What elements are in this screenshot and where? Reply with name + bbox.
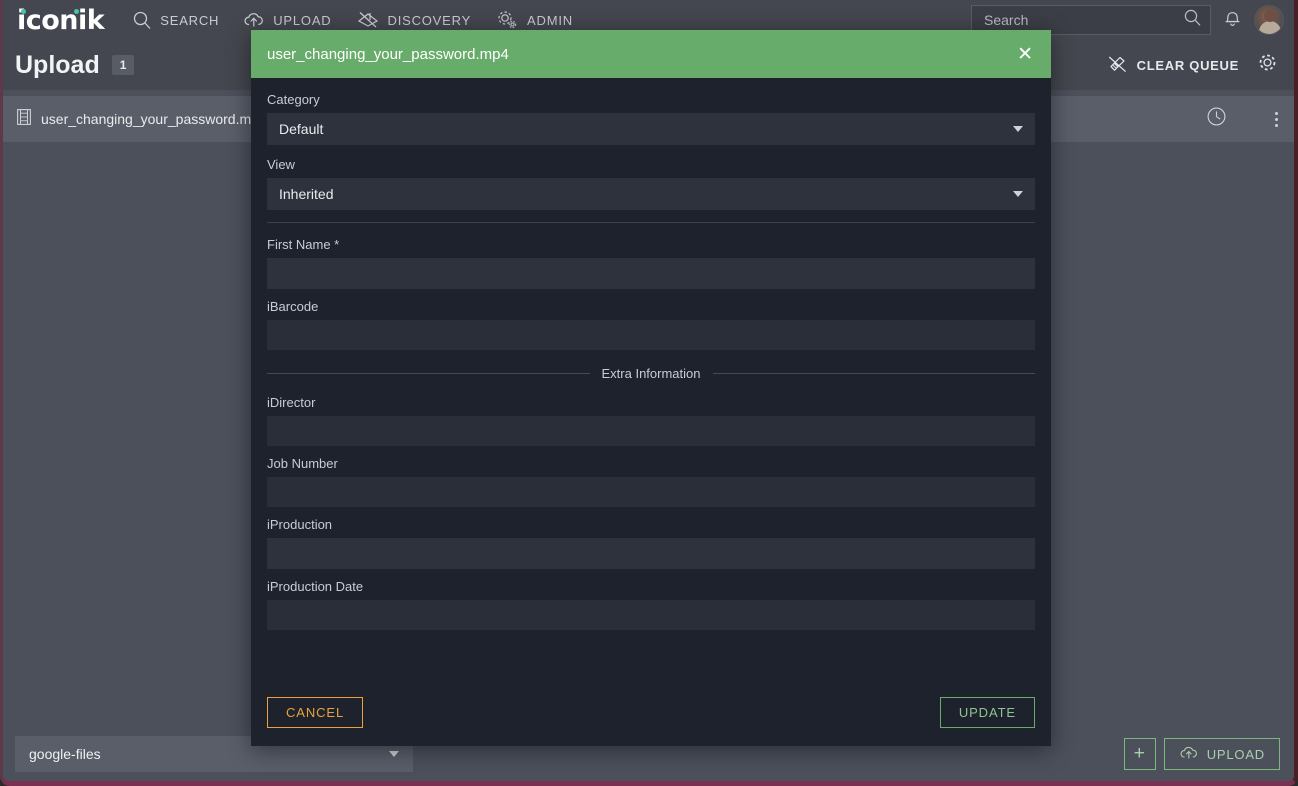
first-name-label: First Name * <box>267 237 340 252</box>
divider-line-right <box>712 373 1035 374</box>
category-select[interactable]: Default <box>267 113 1035 145</box>
close-icon[interactable]: ✕ <box>1017 45 1033 64</box>
upload-button-label: UPLOAD <box>1206 746 1265 762</box>
queue-row-actions <box>1206 106 1278 132</box>
page-title: Upload <box>15 50 100 79</box>
add-files-button[interactable]: + <box>1123 738 1156 770</box>
nav-label-admin: ADMIN <box>527 12 573 28</box>
category-select-value: Default <box>279 121 324 137</box>
idirector-field[interactable] <box>267 416 1035 446</box>
modal-header: user_changing_your_password.mp4 ✕ <box>251 30 1051 78</box>
divider-line-left <box>267 373 590 374</box>
upload-button[interactable]: UPLOAD <box>1163 738 1280 770</box>
first-name-field[interactable] <box>267 258 1035 289</box>
category-label: Category <box>267 92 320 107</box>
kebab-menu-icon[interactable] <box>1275 111 1278 127</box>
modal-body: Category Default View Inherited First Na… <box>251 78 1051 685</box>
ibarcode-label: iBarcode <box>267 299 319 314</box>
view-select-value: Inherited <box>279 186 334 202</box>
view-select[interactable]: Inherited <box>267 178 1035 210</box>
nav-label-discovery: DISCOVERY <box>387 12 472 28</box>
nav-item-discovery[interactable]: DISCOVERY <box>356 10 472 30</box>
gear-icon <box>495 10 519 30</box>
divider <box>267 222 1035 223</box>
chevron-down-icon <box>1013 126 1023 132</box>
update-button[interactable]: UPDATE <box>939 697 1035 728</box>
iproduction-date-label: iProduction Date <box>267 579 364 594</box>
page-header-actions: CLEAR QUEUE <box>1108 52 1278 78</box>
extra-information-divider: Extra Information <box>267 366 1035 381</box>
nav-label-upload: UPLOAD <box>273 12 332 28</box>
chevron-down-icon <box>389 751 399 757</box>
discovery-icon <box>356 10 380 30</box>
clear-queue-button[interactable]: CLEAR QUEUE <box>1108 55 1239 76</box>
ibarcode-field[interactable] <box>267 320 1035 350</box>
iconik-logo[interactable]: iconik <box>17 7 110 34</box>
bell-icon[interactable] <box>1223 7 1242 33</box>
search-icon <box>132 10 152 30</box>
film-strip-icon <box>17 108 31 130</box>
bottom-bar-buttons: + UPLOAD <box>1123 738 1280 770</box>
extra-information-title: Extra Information <box>601 366 701 381</box>
queue-file-name: user_changing_your_password.mp4 <box>41 111 267 127</box>
modal-title: user_changing_your_password.mp4 <box>267 45 509 63</box>
iproduction-date-field[interactable] <box>267 600 1035 630</box>
nav-item-upload[interactable]: UPLOAD <box>243 11 331 29</box>
upload-count-badge: 1 <box>111 55 135 75</box>
logo-dot-left <box>21 8 26 14</box>
clear-queue-label: CLEAR QUEUE <box>1136 57 1239 73</box>
cancel-button[interactable]: CANCEL <box>267 697 364 728</box>
gear-icon[interactable] <box>1257 52 1278 78</box>
job-number-field[interactable] <box>267 477 1035 507</box>
logo-text: iconik <box>17 4 105 36</box>
search-input[interactable] <box>984 12 1183 28</box>
nav-item-admin[interactable]: ADMIN <box>495 10 573 30</box>
idirector-label: iDirector <box>267 395 316 410</box>
storage-select-value: google-files <box>29 746 101 762</box>
search-icon[interactable] <box>1183 8 1202 32</box>
main-nav-items: SEARCH UPLOAD DISCOVERY ADMIN <box>132 10 573 30</box>
app-window: iconik SEARCH UPLOAD DISCOVERY ADMIN Sea… <box>0 0 1298 786</box>
modal-footer: CANCEL UPDATE <box>251 685 1051 746</box>
cloud-upload-icon <box>243 11 265 29</box>
clock-icon[interactable] <box>1206 106 1227 132</box>
job-number-label: Job Number <box>267 456 338 471</box>
iproduction-field[interactable] <box>267 538 1035 569</box>
avatar[interactable] <box>1254 5 1284 35</box>
view-label: View <box>267 157 295 172</box>
chevron-down-icon <box>1013 191 1023 197</box>
iproduction-label: iProduction <box>267 517 333 532</box>
nav-item-search[interactable]: SEARCH <box>132 10 219 30</box>
nav-label-search: SEARCH <box>160 12 220 28</box>
cloud-upload-icon <box>1179 745 1199 764</box>
metadata-edit-modal: user_changing_your_password.mp4 ✕ Catego… <box>251 30 1051 746</box>
broom-icon <box>1108 55 1128 76</box>
logo-dot-right <box>74 8 79 14</box>
